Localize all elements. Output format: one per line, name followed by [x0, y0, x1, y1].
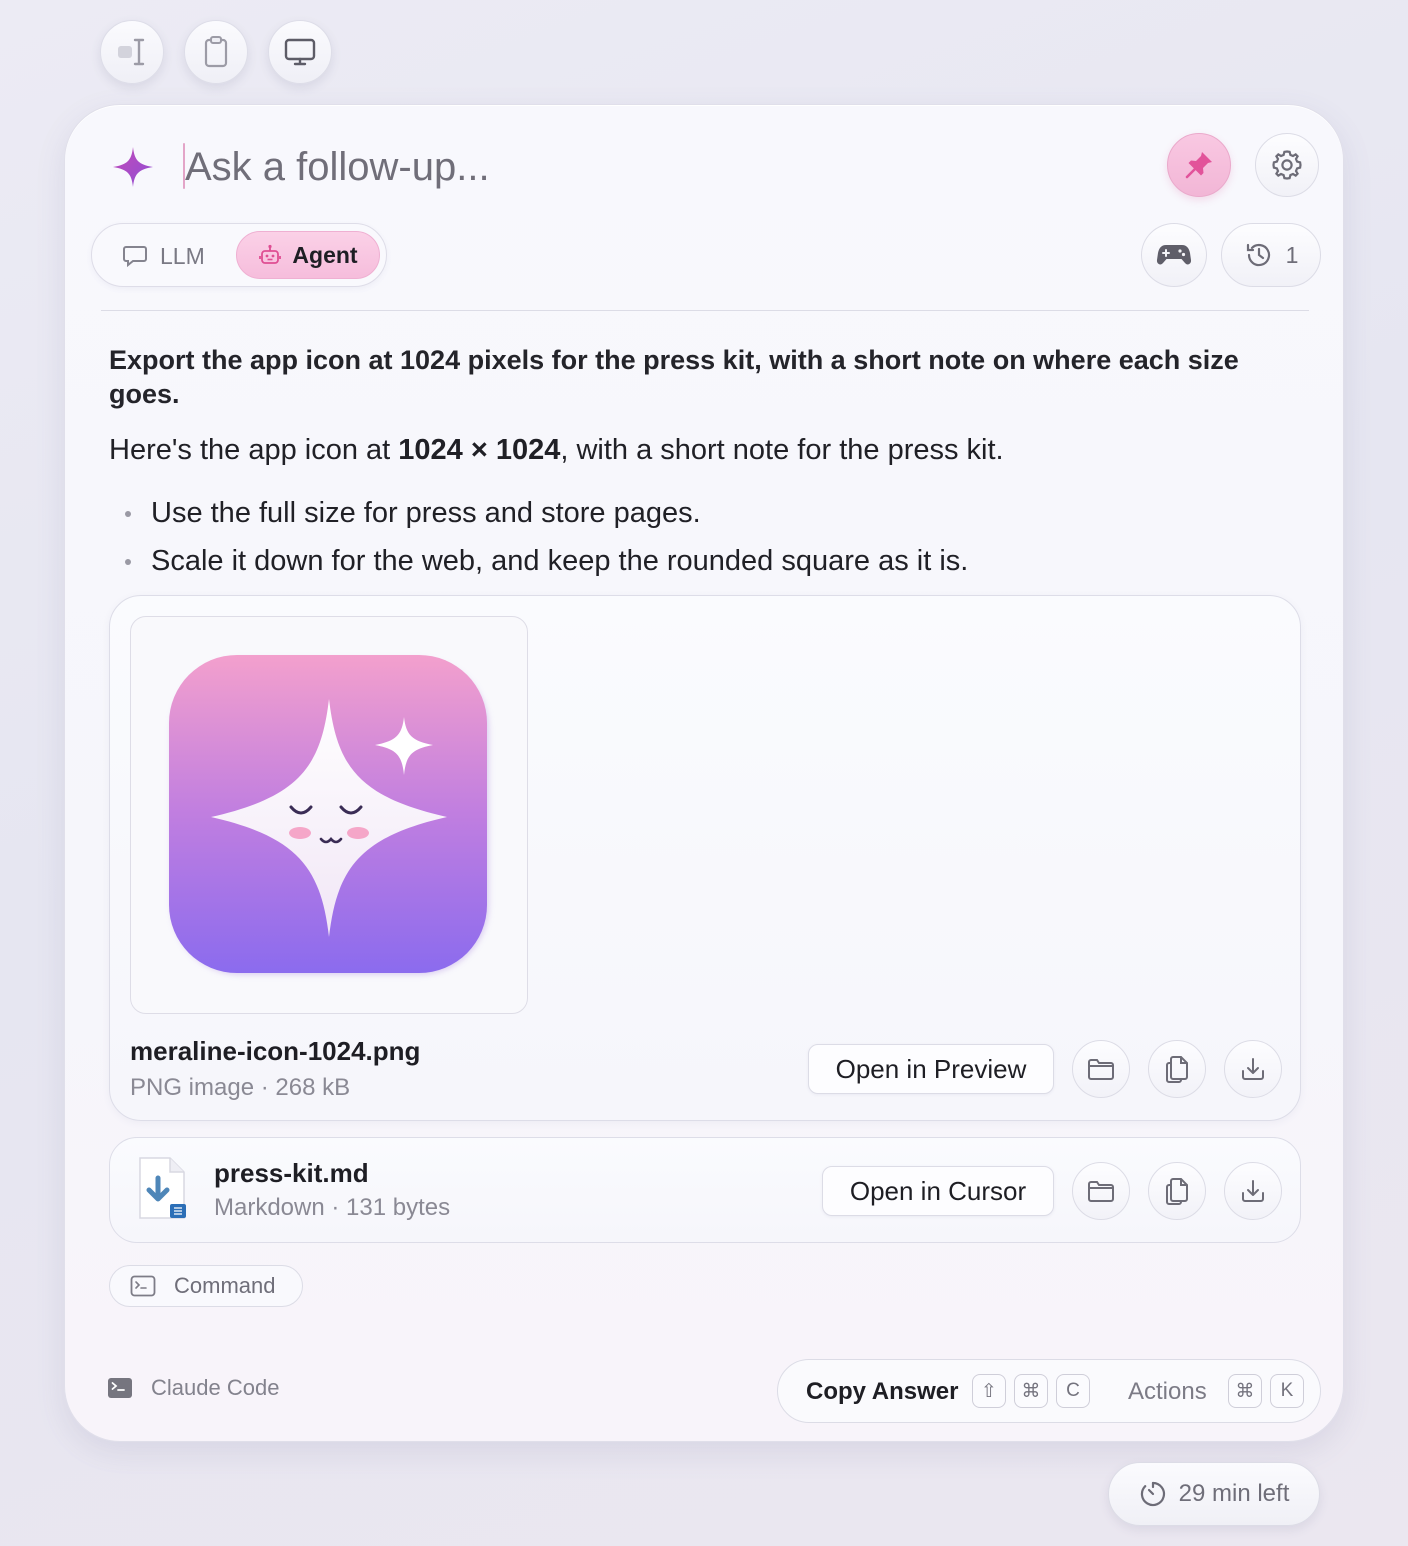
user-prompt: Export the app icon at 1024 pixels for t…: [109, 345, 1239, 409]
c-key: C: [1056, 1374, 1090, 1408]
command-chip[interactable]: Command: [109, 1265, 303, 1307]
sparkle-icon: [113, 147, 153, 187]
answer-intro-size: 1024 × 1024: [398, 434, 561, 466]
copy-answer-button[interactable]: Copy Answer: [806, 1378, 958, 1406]
clipboard-button[interactable]: [184, 20, 248, 84]
mode-llm-tab[interactable]: LLM: [122, 238, 205, 274]
answer-intro-text-end: , with a short note for the press kit.: [560, 434, 1004, 466]
game-controller-icon: [1156, 245, 1192, 265]
source-label: Claude Code: [151, 1375, 280, 1400]
file-name: press-kit.md: [214, 1158, 369, 1188]
reveal-folder-button[interactable]: [1072, 1040, 1130, 1098]
image-thumbnail[interactable]: [130, 616, 528, 1014]
gear-icon: [1272, 150, 1302, 180]
copy-file-button[interactable]: [1148, 1162, 1206, 1220]
assistant-panel: LLM Agent: [64, 104, 1344, 1442]
history-count: 1: [1285, 241, 1299, 268]
file-meta: Markdown · 131 bytes: [214, 1194, 451, 1221]
terminal-icon: [130, 1275, 156, 1297]
text-cursor-icon: [118, 38, 145, 66]
download-icon: [1242, 1058, 1264, 1080]
timer-icon: [1140, 1481, 1165, 1507]
source-indicator: Claude Code: [107, 1375, 279, 1401]
display-icon: [284, 38, 316, 66]
image-attachment-card: meraline-icon-1024.png PNG image · 268 k…: [109, 595, 1301, 1121]
settings-button[interactable]: [1255, 133, 1319, 197]
history-button[interactable]: 1: [1221, 223, 1321, 287]
history-icon: [1246, 243, 1270, 267]
footer-actions: Copy Answer ⇧ ⌘ C Actions ⌘ K: [777, 1359, 1321, 1423]
open-in-preview-button[interactable]: Open in Preview: [808, 1044, 1054, 1094]
pin-button[interactable]: [1167, 133, 1231, 197]
list-item: Scale it down for the web, and keep the …: [123, 537, 1283, 585]
mode-llm-label: LLM: [160, 242, 205, 269]
command-key: ⌘: [1228, 1374, 1262, 1408]
session-timer[interactable]: 29 min left: [1108, 1462, 1320, 1526]
command-label: Command: [174, 1273, 276, 1298]
display-button[interactable]: [268, 20, 332, 84]
folder-icon: [1088, 1181, 1114, 1202]
markdown-attachment-card: press-kit.md Markdown · 131 bytes Open i…: [109, 1137, 1301, 1243]
folder-icon: [1088, 1059, 1114, 1080]
k-key: K: [1270, 1374, 1304, 1408]
follow-up-input[interactable]: [185, 135, 1085, 199]
save-file-button[interactable]: [1224, 1162, 1282, 1220]
save-file-button[interactable]: [1224, 1040, 1282, 1098]
answer-intro: Here's the app icon at 1024 × 1024, with…: [109, 431, 1289, 469]
text-cursor-button[interactable]: [100, 20, 164, 84]
game-controller-button[interactable]: [1141, 223, 1207, 287]
mode-agent-label: Agent: [292, 241, 358, 268]
download-icon: [1242, 1180, 1264, 1202]
chat-bubble-icon: [123, 246, 147, 268]
divider: [101, 310, 1309, 311]
actions-button[interactable]: Actions: [1128, 1378, 1207, 1406]
shift-key: ⇧: [972, 1374, 1006, 1408]
copy-icon: [1166, 1178, 1188, 1205]
markdown-file-icon: [139, 1157, 186, 1219]
copy-icon: [1166, 1056, 1188, 1083]
mode-toggle: LLM Agent: [91, 223, 387, 287]
reveal-folder-button[interactable]: [1072, 1162, 1130, 1220]
open-in-cursor-button[interactable]: Open in Cursor: [822, 1166, 1054, 1216]
file-name: meraline-icon-1024.png: [130, 1036, 421, 1066]
timer-label: 29 min left: [1178, 1480, 1290, 1507]
robot-icon: [259, 244, 282, 264]
file-meta: PNG image · 268 kB: [130, 1074, 351, 1101]
pin-icon: [1185, 152, 1212, 179]
copy-file-button[interactable]: [1148, 1040, 1206, 1098]
answer-intro-text: Here's the app icon at: [109, 434, 399, 466]
clipboard-icon: [204, 36, 228, 68]
app-icon-preview: [169, 655, 489, 975]
list-item: Use the full size for press and store pa…: [123, 489, 1283, 537]
mode-agent-tab[interactable]: Agent: [236, 231, 380, 279]
command-key: ⌘: [1014, 1374, 1048, 1408]
claude-code-terminal-icon: [108, 1378, 132, 1398]
answer-bullets: Use the full size for press and store pa…: [123, 489, 1283, 585]
